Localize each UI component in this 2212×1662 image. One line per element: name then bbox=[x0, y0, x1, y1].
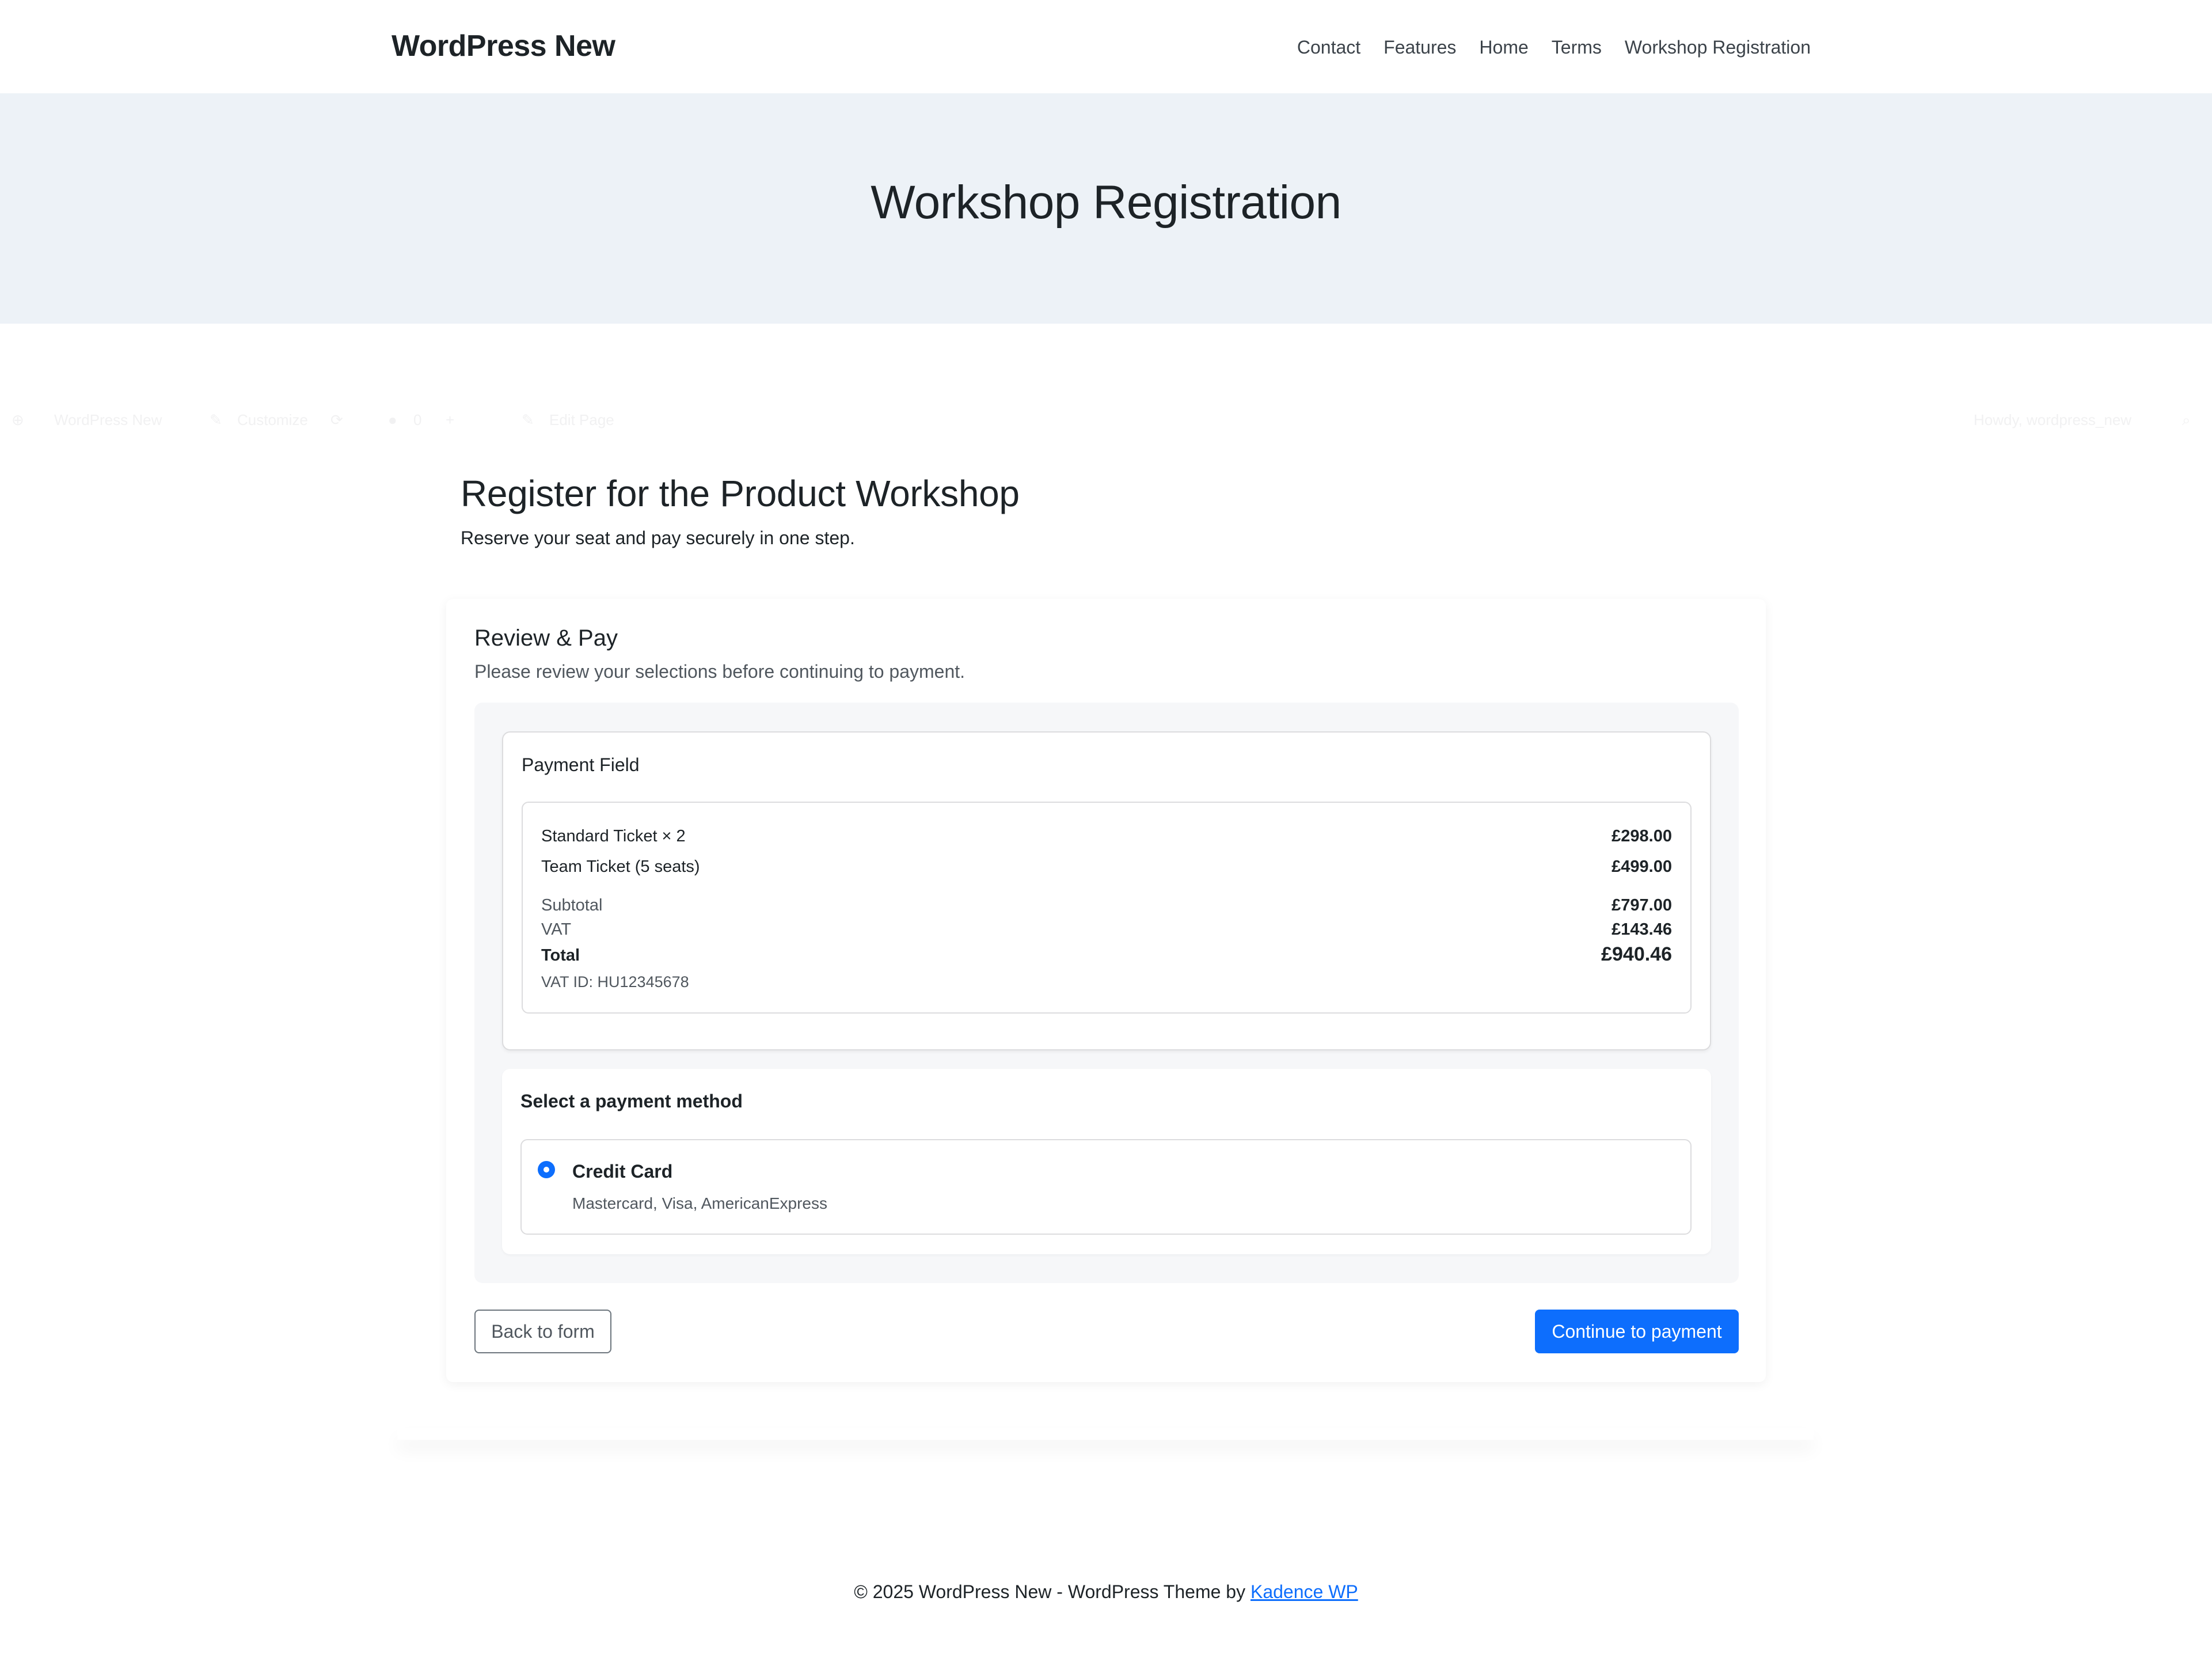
admin-bar-customize: Customize bbox=[237, 411, 308, 428]
site-title[interactable]: WordPress New bbox=[392, 29, 615, 63]
edit-icon: ✎ bbox=[522, 411, 534, 428]
line-item-amount: £499.00 bbox=[1612, 857, 1672, 876]
hero-banner: Workshop Registration bbox=[0, 93, 2212, 324]
nav-item-features[interactable]: Features bbox=[1384, 37, 1456, 58]
pencil-icon: ✎ bbox=[210, 411, 222, 428]
nav-item-terms[interactable]: Terms bbox=[1552, 37, 1602, 58]
admin-bar-ghost: ⊕ WordPress New ✎ Customize ⟳ ● 0 + ✎ Ed… bbox=[0, 403, 2212, 438]
site-header: WordPress New Contact Features Home Term… bbox=[0, 0, 2212, 93]
refresh-icon: ⟳ bbox=[330, 411, 343, 428]
vat-amount: £143.46 bbox=[1612, 920, 1672, 939]
main-nav: Contact Features Home Terms Workshop Reg… bbox=[1297, 37, 1811, 58]
search-icon: ⌕ bbox=[2182, 411, 2191, 428]
subtotal-amount: £797.00 bbox=[1612, 896, 1672, 915]
payment-option-name: Credit Card bbox=[572, 1161, 673, 1182]
nav-item-contact[interactable]: Contact bbox=[1297, 37, 1360, 58]
page-subheading: Reserve your seat and pay securely in on… bbox=[461, 528, 855, 548]
total-row: Total £940.46 bbox=[541, 943, 1672, 966]
admin-bar-howdy: Howdy, wordpress_new bbox=[1974, 411, 2132, 428]
nav-item-workshop-registration[interactable]: Workshop Registration bbox=[1625, 37, 1811, 58]
payment-field-label: Payment Field bbox=[522, 754, 640, 775]
total-label: Total bbox=[541, 946, 580, 965]
payment-method-title: Select a payment method bbox=[520, 1091, 743, 1111]
nav-item-home[interactable]: Home bbox=[1479, 37, 1528, 58]
page-heading: Register for the Product Workshop bbox=[461, 473, 1020, 514]
payment-option-credit-card[interactable] bbox=[520, 1139, 1692, 1235]
line-item-label: Standard Ticket × 2 bbox=[541, 827, 686, 845]
review-title: Review & Pay bbox=[474, 625, 618, 651]
credit-card-radio[interactable] bbox=[539, 1162, 554, 1177]
footer-text: © 2025 WordPress New - WordPress Theme b… bbox=[854, 1581, 1251, 1602]
continue-to-payment-button[interactable]: Continue to payment bbox=[1535, 1310, 1739, 1353]
vat-id: VAT ID: HU12345678 bbox=[541, 973, 689, 991]
admin-bar-edit: Edit Page bbox=[549, 411, 614, 428]
admin-bar-comments: 0 bbox=[413, 411, 422, 428]
content-divider bbox=[397, 1428, 1814, 1440]
plus-icon: + bbox=[446, 411, 455, 428]
site-footer: © 2025 WordPress New - WordPress Theme b… bbox=[0, 1581, 2212, 1603]
vat-row: VAT £143.46 bbox=[541, 920, 1672, 939]
line-item: Standard Ticket × 2 £298.00 bbox=[541, 827, 1672, 846]
admin-bar-site: WordPress New bbox=[54, 411, 162, 428]
subtotal-label: Subtotal bbox=[541, 896, 603, 915]
line-item-label: Team Ticket (5 seats) bbox=[541, 857, 700, 876]
line-item: Team Ticket (5 seats) £499.00 bbox=[541, 857, 1672, 876]
payment-option-description: Mastercard, Visa, AmericanExpress bbox=[572, 1194, 827, 1212]
subtotal-row: Subtotal £797.00 bbox=[541, 896, 1672, 915]
line-item-amount: £298.00 bbox=[1612, 827, 1672, 845]
footer-theme-link[interactable]: Kadence WP bbox=[1251, 1581, 1358, 1602]
total-amount: £940.46 bbox=[1601, 943, 1672, 965]
back-to-form-button[interactable]: Back to form bbox=[474, 1310, 611, 1353]
hero-title: Workshop Registration bbox=[871, 176, 1341, 229]
review-subtitle: Please review your selections before con… bbox=[474, 661, 966, 682]
vat-label: VAT bbox=[541, 920, 572, 939]
comment-icon: ● bbox=[388, 411, 397, 428]
wordpress-logo-icon: ⊕ bbox=[12, 411, 24, 428]
